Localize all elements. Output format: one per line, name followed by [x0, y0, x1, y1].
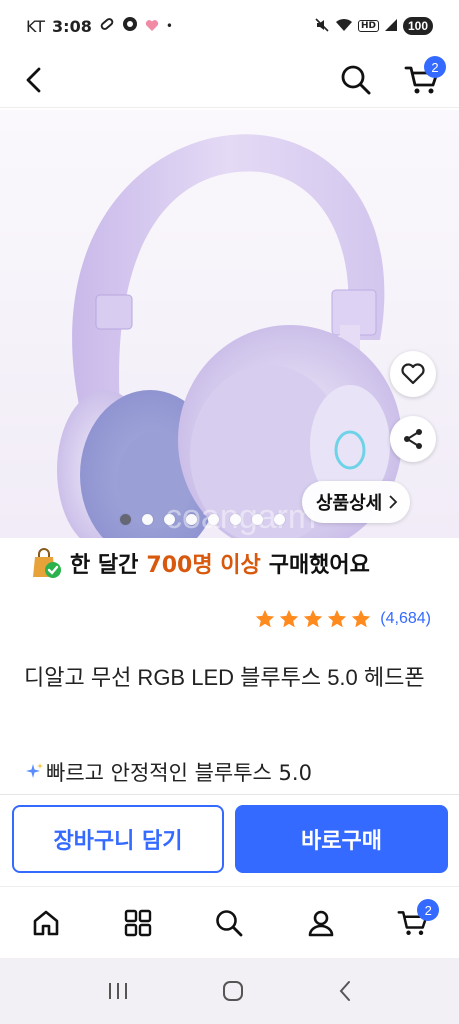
clock: 3:08 [52, 16, 92, 36]
purchase-suffix: 구매했어요 [268, 553, 370, 578]
category-icon [124, 909, 151, 936]
link-icon [99, 16, 115, 36]
product-detail-label: 상품상세 [316, 493, 383, 514]
share-icon [404, 429, 422, 449]
purchase-count-banner: 한 달간 700명 이상 구매했어요 [30, 544, 370, 582]
status-bar: KT 3:08 • HD 100 [0, 0, 459, 52]
carousel-dot[interactable] [164, 514, 175, 525]
star-icon [280, 609, 299, 628]
star-icon [352, 609, 371, 628]
product-title: 디알고 무선 RGB LED 블루투스 5.0 헤드폰 [24, 665, 425, 690]
sparkle-icon [26, 763, 43, 778]
cart-count-badge: 2 [424, 56, 446, 78]
signal-icon [384, 18, 398, 35]
carousel-dot[interactable] [230, 514, 241, 525]
chevron-right-icon [389, 495, 398, 509]
search-icon [341, 65, 371, 95]
system-navigation-bar [0, 958, 459, 1024]
purchase-action-bar: 장바구니 담기 바로구매 [0, 794, 459, 886]
profile-icon [308, 910, 334, 936]
carousel-dot[interactable] [142, 514, 153, 525]
app-icon [122, 16, 138, 36]
star-icon [256, 609, 275, 628]
nav-search[interactable] [184, 887, 276, 958]
share-button[interactable] [390, 416, 436, 462]
carousel-dot[interactable] [252, 514, 263, 525]
carousel-dot[interactable] [274, 514, 285, 525]
heart-status-icon [145, 17, 159, 36]
home-icon [33, 910, 59, 935]
rating-summary[interactable]: (4,684) [254, 604, 431, 634]
hd-badge: HD [357, 20, 379, 32]
carrier-label: KT [26, 16, 46, 36]
buy-now-button[interactable]: 바로구매 [235, 805, 448, 873]
home-system-icon[interactable] [221, 979, 245, 1003]
bottom-navigation: 2 [0, 886, 459, 958]
wishlist-button[interactable] [390, 351, 436, 397]
nav-cart[interactable]: 2 [367, 887, 459, 958]
carousel-dot[interactable] [208, 514, 219, 525]
product-feature-text: 빠르고 안정적인 블루투스 5.0 [46, 761, 312, 785]
header-cart-button[interactable]: 2 [400, 56, 446, 100]
star-icon [328, 609, 347, 628]
notification-dot: • [165, 19, 173, 33]
back-button[interactable] [14, 60, 54, 100]
search-icon [216, 909, 243, 936]
nav-cart-badge: 2 [417, 899, 440, 921]
search-button[interactable] [336, 60, 376, 100]
product-detail-button[interactable]: 상품상세 [302, 481, 411, 523]
mute-icon [314, 17, 330, 36]
carousel-dot[interactable] [186, 514, 197, 525]
purchase-count: 700명 이상 [146, 553, 261, 578]
wifi-icon [335, 18, 353, 35]
battery-indicator: 100 [402, 17, 433, 35]
back-system-icon[interactable] [336, 979, 354, 1003]
shopping-bag-check-icon [33, 548, 61, 578]
nav-category[interactable] [92, 887, 184, 958]
purchase-prefix: 한 달간 [70, 553, 139, 578]
product-image-carousel[interactable]: coangarm 상품상세 [0, 110, 459, 538]
heart-icon [401, 363, 425, 385]
top-header: 2 [0, 52, 459, 108]
product-feature: 빠르고 안정적인 블루투스 5.0 [24, 757, 312, 787]
nav-my-account[interactable] [275, 887, 367, 958]
carousel-indicator [120, 514, 285, 525]
add-to-cart-button[interactable]: 장바구니 담기 [12, 805, 224, 873]
chevron-left-icon [26, 67, 41, 93]
review-count[interactable]: (4,684) [380, 610, 431, 628]
nav-home[interactable] [0, 887, 92, 958]
carousel-dot[interactable] [120, 514, 131, 525]
recent-apps-icon[interactable] [105, 980, 131, 1002]
product-image: coangarm [57, 134, 402, 538]
star-icon [304, 609, 323, 628]
